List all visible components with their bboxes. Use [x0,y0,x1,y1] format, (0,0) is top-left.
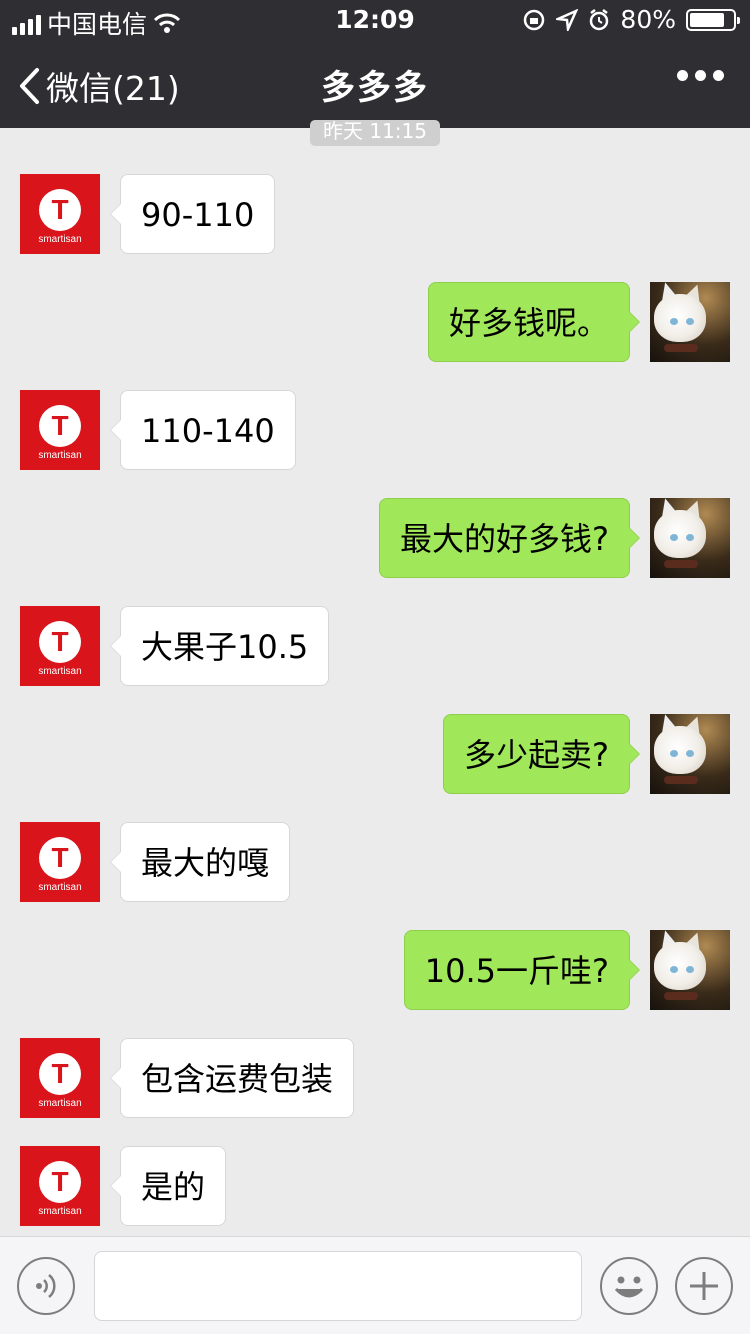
outgoing-message-bubble[interactable]: 最大的好多钱? [379,498,640,578]
contact-avatar[interactable]: Tsmartisan [20,606,100,686]
voice-button[interactable] [17,1257,75,1315]
outgoing-message-bubble[interactable]: 好多钱呢。 [427,282,641,362]
emoji-icon [614,1276,644,1298]
incoming-message-bubble[interactable]: 110-140 [110,390,296,470]
cat-avatar-icon[interactable] [650,714,730,794]
contact-avatar[interactable]: Tsmartisan [20,822,100,902]
avatar-brand-text: smartisan [38,666,82,677]
contact-avatar[interactable]: Tsmartisan [20,1146,100,1226]
avatar-brand-text: smartisan [38,450,82,461]
cat-avatar-icon[interactable] [650,282,730,362]
nav-bar: 微信(21) 多多多 [0,40,750,128]
battery-icon [686,8,740,31]
time-divider: 昨天 11:15 [310,120,440,146]
smartisan-logo-icon: T [39,621,81,663]
cat-avatar-icon[interactable] [650,498,730,578]
voice-icon [36,1274,56,1298]
incoming-message-bubble[interactable]: 包含运费包装 [109,1038,355,1118]
alarm-icon [590,8,609,30]
incoming-message-bubble[interactable]: 90-110 [109,174,276,254]
contact-avatar[interactable]: Tsmartisan [20,1038,100,1118]
outgoing-message-bubble[interactable]: 10.5一斤哇? [403,930,641,1010]
more-dots-icon[interactable] [677,70,724,81]
avatar-brand-text: smartisan [38,1206,82,1217]
battery-percent: 80% [620,5,676,34]
smartisan-logo-icon: T [39,189,81,231]
plus-button[interactable] [675,1257,733,1315]
rotation-lock-icon [524,9,545,30]
emoji-button[interactable] [600,1257,658,1315]
location-icon [556,8,579,31]
smartisan-logo-icon: T [39,1161,81,1203]
outgoing-message-bubble[interactable]: 多少起卖? [443,714,640,794]
smartisan-logo-icon: T [39,1053,81,1095]
contact-avatar[interactable]: Tsmartisan [20,390,100,470]
avatar-brand-text: smartisan [38,1098,82,1109]
smartisan-logo-icon: T [39,837,81,879]
incoming-message-bubble[interactable]: 最大的嘎 [109,822,291,902]
cat-avatar-icon[interactable] [650,930,730,1010]
avatar-brand-text: smartisan [38,234,82,245]
incoming-message-bubble[interactable]: 是的 [109,1146,227,1226]
avatar-brand-text: smartisan [38,882,82,893]
contact-avatar[interactable]: Tsmartisan [20,174,100,254]
plus-icon [690,1272,718,1300]
message-input[interactable] [94,1251,582,1321]
status-right: 80% [522,5,740,34]
input-bar [0,1236,750,1334]
incoming-message-bubble[interactable]: 大果子10.5 [109,606,330,686]
chat-title: 多多多 [321,68,429,108]
battery-fill [690,12,724,27]
status-bar: 中国电信 12:09 80% [0,0,750,40]
smartisan-logo-icon: T [39,405,81,447]
